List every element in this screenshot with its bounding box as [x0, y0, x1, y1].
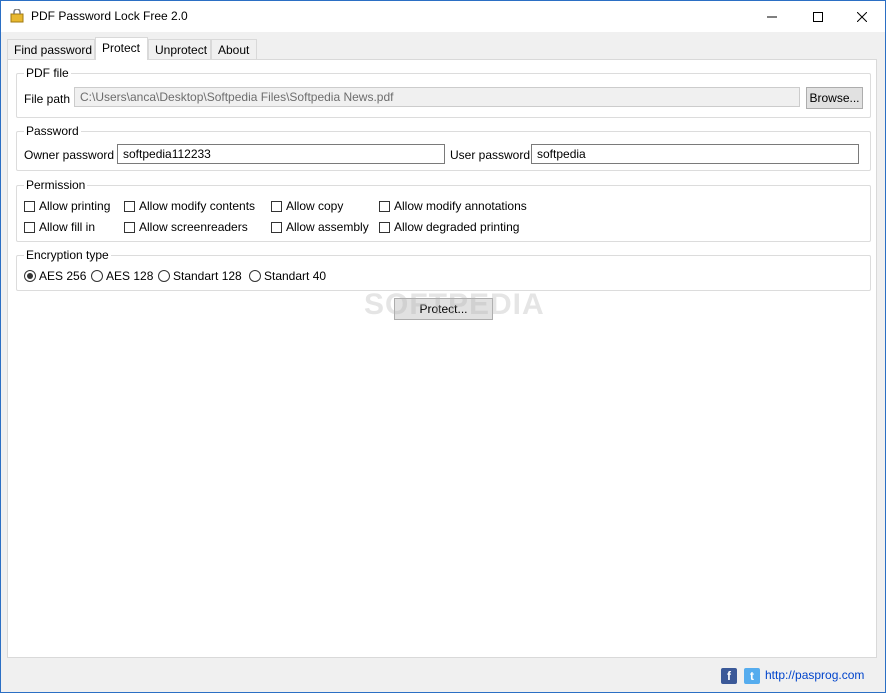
file-path-field[interactable]: C:\Users\anca\Desktop\Softpedia Files\So…	[74, 87, 800, 107]
radio-label: Standart 40	[264, 269, 327, 283]
allow-modify-annotations-checkbox[interactable]: Allow modify annotations	[379, 199, 527, 213]
checkbox-label: Allow modify annotations	[394, 199, 527, 213]
protect-panel: PDF file File path C:\Users\anca\Desktop…	[7, 59, 877, 658]
minimize-icon	[767, 16, 777, 17]
permission-group-label: Permission	[24, 178, 88, 192]
standart-128-radio[interactable]: Standart 128	[158, 269, 242, 283]
tab-about[interactable]: About	[211, 39, 257, 59]
window-title: PDF Password Lock Free 2.0	[31, 9, 188, 23]
tab-find-password[interactable]: Find password	[7, 39, 95, 59]
softpedia-watermark: SOFTPEDIA	[364, 288, 545, 321]
password-group-label: Password	[24, 124, 81, 138]
file-path-label: File path	[24, 92, 71, 106]
checkbox-label: Allow screenreaders	[139, 220, 248, 234]
title-bar: PDF Password Lock Free 2.0	[1, 1, 885, 32]
radio-circle[interactable]	[24, 270, 36, 282]
owner-password-input[interactable]: softpedia112233	[117, 144, 445, 164]
maximize-button[interactable]	[795, 1, 841, 32]
checkbox-label: Allow degraded printing	[394, 220, 520, 234]
aes-256-radio[interactable]: AES 256	[24, 269, 86, 283]
checkbox-box[interactable]	[271, 221, 282, 233]
allow-modify-contents-checkbox[interactable]: Allow modify contents	[124, 199, 255, 213]
radio-circle[interactable]	[249, 270, 261, 282]
allow-copy-checkbox[interactable]: Allow copy	[271, 199, 343, 213]
close-icon	[857, 11, 867, 22]
maximize-icon	[813, 11, 823, 22]
radio-circle[interactable]	[158, 270, 170, 282]
checkbox-box[interactable]	[379, 221, 390, 233]
pdf-file-group: PDF file File path C:\Users\anca\Desktop…	[16, 66, 871, 118]
checkbox-label: Allow fill in	[39, 220, 96, 234]
standart-40-radio[interactable]: Standart 40	[249, 269, 326, 283]
checkbox-box[interactable]	[24, 221, 35, 233]
encryption-group: Encryption type AES 256 AES 128 Standart…	[16, 248, 871, 291]
aes-128-radio[interactable]: AES 128	[91, 269, 153, 283]
tab-protect[interactable]: Protect	[95, 37, 148, 60]
lock-folder-icon	[10, 9, 24, 23]
close-button[interactable]	[839, 1, 885, 32]
facebook-icon[interactable]: f	[721, 668, 737, 684]
radio-label: AES 256	[39, 269, 87, 283]
checkbox-box[interactable]	[124, 200, 135, 212]
user-password-label: User password	[450, 148, 531, 162]
checkbox-label: Allow assembly	[286, 220, 369, 234]
allow-printing-checkbox[interactable]: Allow printing	[24, 199, 110, 213]
checkbox-label: Allow printing	[39, 199, 111, 213]
checkbox-label: Allow modify contents	[139, 199, 256, 213]
checkbox-box[interactable]	[379, 200, 390, 212]
user-password-input[interactable]: softpedia	[531, 144, 859, 164]
checkbox-box[interactable]	[24, 200, 35, 212]
checkbox-label: Allow copy	[286, 199, 344, 213]
twitter-icon[interactable]: t	[744, 668, 760, 684]
radio-label: AES 128	[106, 269, 154, 283]
tab-unprotect[interactable]: Unprotect	[148, 39, 211, 59]
allow-screenreaders-checkbox[interactable]: Allow screenreaders	[124, 220, 248, 234]
pasprog-link[interactable]: http://pasprog.com	[765, 668, 864, 682]
permission-group: Permission Allow printing Allow modify c…	[16, 178, 871, 242]
checkbox-box[interactable]	[124, 221, 135, 233]
pdf-file-group-label: PDF file	[24, 66, 71, 80]
allow-fill-in-checkbox[interactable]: Allow fill in	[24, 220, 95, 234]
encryption-group-label: Encryption type	[24, 248, 111, 262]
owner-password-label: Owner password	[24, 148, 115, 162]
allow-assembly-checkbox[interactable]: Allow assembly	[271, 220, 369, 234]
checkbox-box[interactable]	[271, 200, 282, 212]
minimize-button[interactable]	[749, 1, 795, 32]
radio-label: Standart 128	[173, 269, 242, 283]
password-group: Password Owner password softpedia112233 …	[16, 124, 871, 171]
allow-degraded-printing-checkbox[interactable]: Allow degraded printing	[379, 220, 519, 234]
radio-circle[interactable]	[91, 270, 103, 282]
browse-button[interactable]: Browse...	[806, 87, 863, 109]
